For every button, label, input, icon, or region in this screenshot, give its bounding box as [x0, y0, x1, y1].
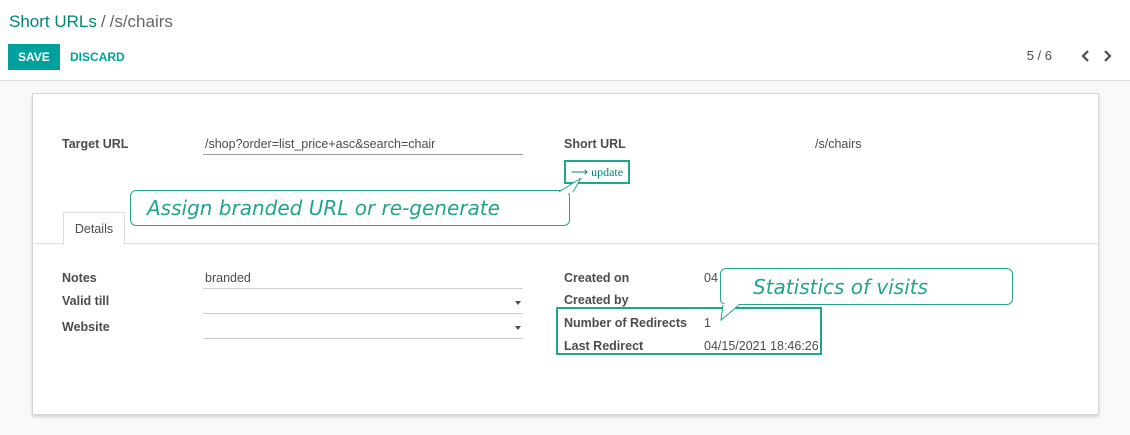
target-url-field[interactable]: /shop?order=list_price+asc&search=chair — [203, 134, 523, 155]
discard-button[interactable]: DISCARD — [70, 44, 125, 70]
tab-details[interactable]: Details — [63, 212, 125, 245]
statistics-highlight — [556, 307, 822, 355]
short-url-value: /s/chairs — [815, 137, 862, 151]
target-url-value: /shop?order=list_price+asc&search=chair — [205, 137, 436, 151]
created-by-label: Created by — [564, 293, 629, 307]
website-field[interactable] — [203, 318, 523, 339]
notes-label: Notes — [62, 271, 97, 285]
update-label: update — [591, 164, 624, 179]
chevron-right-icon[interactable] — [1100, 49, 1114, 63]
valid-till-label: Valid till — [62, 294, 110, 308]
breadcrumb: Short URLs //s/chairs — [9, 12, 173, 32]
notes-value: branded — [205, 271, 251, 285]
chevron-left-icon[interactable] — [1078, 49, 1092, 63]
short-url-label: Short URL — [564, 137, 626, 151]
callout-pointer-icon — [720, 304, 740, 322]
target-url-label: Target URL — [62, 137, 129, 151]
form-sheet: Target URL /shop?order=list_price+asc&se… — [32, 93, 1099, 415]
callout-statistics: Statistics of visits — [720, 268, 1013, 322]
pager: 5 / 6 — [1027, 48, 1114, 63]
caret-down-icon — [515, 301, 521, 305]
breadcrumb-current: /s/chairs — [109, 12, 173, 31]
callout-assign-text: Assign branded URL or re-generate — [147, 196, 500, 220]
website-label: Website — [62, 320, 110, 334]
breadcrumb-parent-link[interactable]: Short URLs — [9, 12, 97, 31]
callout-assign: Assign branded URL or re-generate — [130, 177, 582, 226]
tab-divider — [33, 243, 1098, 244]
callout-pointer-icon — [559, 177, 582, 193]
callout-statistics-text: Statistics of visits — [753, 274, 929, 299]
notes-field[interactable]: branded — [203, 268, 523, 289]
save-button[interactable]: SAVE — [8, 44, 60, 70]
created-on-value: 04 — [704, 271, 718, 285]
caret-down-icon — [515, 326, 521, 330]
breadcrumb-separator: / — [100, 12, 106, 31]
pager-value[interactable]: 5 / 6 — [1027, 48, 1052, 63]
created-on-label: Created on — [564, 271, 630, 285]
control-panel: Short URLs //s/chairs SAVE DISCARD 5 / 6 — [0, 0, 1130, 81]
valid-till-field[interactable] — [203, 293, 523, 314]
